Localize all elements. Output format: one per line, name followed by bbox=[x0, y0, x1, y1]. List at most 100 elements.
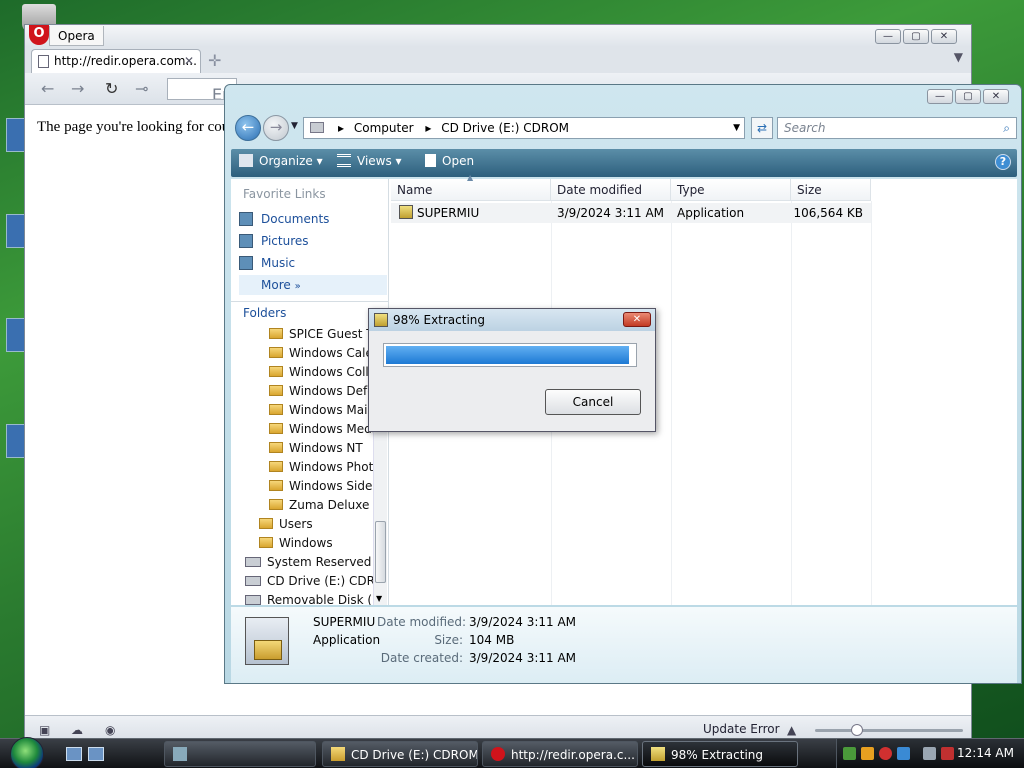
desktop-shortcut-icon[interactable] bbox=[6, 424, 26, 458]
breadcrumb[interactable]: ▸ Computer ▸ CD Drive (E:) CDROM ▼ bbox=[303, 117, 745, 139]
tree-item[interactable]: Windows Defender bbox=[269, 382, 373, 401]
taskbar-button-explorer[interactable]: CD Drive (E:) CDROM bbox=[322, 741, 478, 767]
progress-fill bbox=[386, 346, 630, 364]
column-header-date-modified[interactable]: Date modified bbox=[551, 179, 671, 201]
forward-arrow-icon[interactable]: → bbox=[263, 115, 289, 141]
minimize-button[interactable]: — bbox=[927, 89, 953, 104]
desktop-shortcut-icon[interactable] bbox=[6, 214, 26, 248]
breadcrumb-separator[interactable]: ▸ bbox=[425, 121, 431, 135]
zoom-slider[interactable] bbox=[815, 724, 963, 736]
tab-title: http://redir.opera.com... bbox=[54, 54, 197, 68]
tree-item[interactable]: Windows Calendar bbox=[269, 344, 373, 363]
tree-item[interactable]: Zuma Deluxe ( bbox=[269, 496, 373, 515]
pictures-icon bbox=[239, 234, 253, 248]
tree-item[interactable]: Windows Mail bbox=[269, 401, 371, 420]
views-button[interactable]: Views ▾ bbox=[337, 154, 402, 168]
help-icon[interactable]: ? bbox=[995, 154, 1011, 170]
breadcrumb-separator[interactable]: ▸ bbox=[338, 121, 344, 135]
favorite-music[interactable]: Music bbox=[239, 253, 387, 273]
reload-icon[interactable]: ↻ bbox=[105, 79, 118, 98]
close-button[interactable]: ✕ bbox=[983, 89, 1009, 104]
desktop-shortcut-icon[interactable] bbox=[6, 118, 26, 152]
network-icon[interactable] bbox=[923, 747, 936, 760]
folder-icon bbox=[259, 518, 273, 529]
taskbar-button-extracting[interactable]: 98% Extracting bbox=[642, 741, 798, 767]
windows-orb-icon[interactable] bbox=[10, 737, 44, 768]
tree-item[interactable]: Windows Photo Gallery bbox=[269, 458, 373, 477]
tray-icon[interactable] bbox=[843, 747, 856, 760]
tree-item[interactable]: Windows Media Player bbox=[269, 420, 373, 439]
folder-icon bbox=[269, 499, 283, 510]
column-header-type[interactable]: Type bbox=[671, 179, 791, 201]
column-header-size[interactable]: Size bbox=[791, 179, 871, 201]
tab-redir-opera[interactable]: http://redir.opera.com... ✕ bbox=[31, 49, 201, 73]
zoom-slider-knob[interactable] bbox=[851, 724, 863, 736]
tree-item[interactable]: Windows Collaboration bbox=[269, 363, 373, 382]
page-message: The page you're looking for cou bbox=[37, 119, 230, 135]
cloud-icon[interactable]: ☁ bbox=[71, 723, 83, 737]
tree-scrollbar-thumb[interactable] bbox=[375, 521, 386, 583]
speed-dial-icon[interactable]: ◉ bbox=[105, 723, 115, 737]
maximize-button[interactable]: ▢ bbox=[955, 89, 981, 104]
column-divider bbox=[791, 201, 792, 605]
column-header-name[interactable]: Name bbox=[391, 179, 551, 201]
warning-icon[interactable] bbox=[861, 747, 874, 760]
history-dropdown-icon[interactable]: ▼ bbox=[291, 121, 298, 131]
tree-item-label: Windows Media Player bbox=[289, 422, 373, 436]
security-alert-icon[interactable] bbox=[879, 747, 892, 760]
search-input[interactable]: Search ⌕ bbox=[777, 117, 1017, 139]
open-button[interactable]: Open bbox=[425, 154, 474, 168]
forward-arrow-icon[interactable]: → bbox=[71, 79, 84, 98]
maximize-button[interactable]: ▢ bbox=[903, 29, 929, 44]
switch-windows-icon[interactable] bbox=[88, 747, 104, 761]
opera-logo-icon[interactable]: O bbox=[29, 25, 49, 45]
taskbar-button-opera[interactable]: http://redir.opera.c... bbox=[482, 741, 638, 767]
scroll-down-icon[interactable]: ▼ bbox=[376, 594, 382, 603]
volume-muted-icon[interactable] bbox=[941, 747, 954, 760]
new-tab-icon[interactable]: ✛ bbox=[208, 51, 221, 70]
favorite-documents[interactable]: Documents bbox=[239, 209, 387, 229]
tree-item-label: Windows bbox=[279, 536, 333, 550]
application-icon bbox=[651, 747, 665, 761]
tree-item[interactable]: System Reserved (C:) bbox=[245, 553, 373, 572]
details-date-created-label: Date created: bbox=[380, 651, 463, 665]
update-error-status[interactable]: Update Error bbox=[703, 722, 780, 736]
desktop-shortcut-icon[interactable] bbox=[6, 318, 26, 352]
drive-icon bbox=[245, 595, 261, 605]
taskbar-button-blank[interactable] bbox=[164, 741, 316, 767]
show-desktop-icon[interactable] bbox=[66, 747, 82, 761]
tree-item[interactable]: SPICE Guest Tools bbox=[269, 325, 373, 344]
breadcrumb-computer[interactable]: Computer bbox=[354, 121, 414, 135]
tree-item[interactable]: Removable Disk (F:) bbox=[245, 591, 373, 605]
folders-header[interactable]: Folders bbox=[231, 301, 388, 323]
extracting-dialog: 98% Extracting ✕ Cancel bbox=[368, 308, 656, 432]
dialog-close-button[interactable]: ✕ bbox=[623, 312, 651, 327]
tab-close-icon[interactable]: ✕ bbox=[184, 50, 194, 72]
minimize-button[interactable]: — bbox=[875, 29, 901, 44]
chevron-down-icon[interactable]: ▼ bbox=[733, 118, 740, 138]
search-icon[interactable]: ⌕ bbox=[1003, 118, 1010, 138]
tree-item[interactable]: Windows Sidebar bbox=[269, 477, 373, 496]
tray-icon[interactable] bbox=[897, 747, 910, 760]
cancel-button[interactable]: Cancel bbox=[545, 389, 641, 415]
clock[interactable]: 12:14 AM bbox=[957, 746, 1014, 760]
back-arrow-icon[interactable]: ← bbox=[41, 79, 54, 98]
organize-button[interactable]: Organize ▾ bbox=[239, 154, 323, 168]
tree-item-label: Windows Calendar bbox=[289, 346, 373, 360]
table-row[interactable]: SUPERMIU 3/9/2024 3:11 AM Application 10… bbox=[391, 203, 871, 223]
tree-item[interactable]: Windows NT bbox=[269, 439, 363, 458]
status-arrow-icon[interactable]: ▲ bbox=[787, 723, 796, 737]
favorite-more[interactable]: More » bbox=[239, 275, 387, 295]
back-arrow-icon[interactable]: ← bbox=[235, 115, 261, 141]
panel-toggle-icon[interactable]: ▣ bbox=[39, 723, 50, 737]
refresh-button[interactable]: ⇄ bbox=[751, 117, 773, 139]
tree-item[interactable]: CD Drive (E:) CDROM bbox=[245, 572, 373, 591]
key-icon[interactable]: ⊸ bbox=[135, 79, 148, 98]
tab-list-chevron-icon[interactable]: ▼ bbox=[954, 50, 963, 64]
close-button[interactable]: ✕ bbox=[931, 29, 957, 44]
tree-item[interactable]: Windows bbox=[259, 534, 333, 553]
favorite-pictures[interactable]: Pictures bbox=[239, 231, 387, 251]
breadcrumb-cd-drive[interactable]: CD Drive (E:) CDROM bbox=[441, 121, 569, 135]
opera-menu-button[interactable]: Opera bbox=[49, 26, 104, 46]
tree-item[interactable]: Users bbox=[259, 515, 313, 534]
